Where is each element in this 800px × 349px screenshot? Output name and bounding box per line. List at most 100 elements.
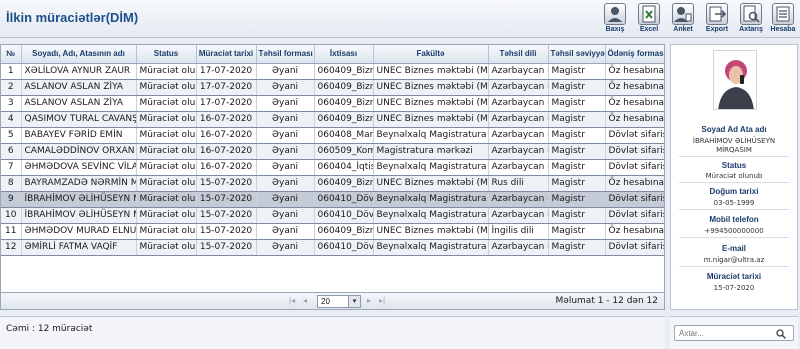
- table-cell: Müraciət olunub: [136, 207, 197, 224]
- page-title: İlkin müraciətlər(DİM): [6, 10, 139, 25]
- table-row[interactable]: 8BAYRAMZADƏ NƏRMİN MAHİRMüraciət olunub1…: [1, 175, 664, 192]
- table-cell: 15-07-2020: [196, 175, 257, 192]
- column-header[interactable]: Soyadı, Adı, Atasının adı: [21, 45, 137, 64]
- table-row[interactable]: 10İBRAHİMOV ƏLİHÜSEYN MİRQASIMMüraciət o…: [1, 207, 664, 224]
- next-page-icon[interactable]: ▸: [367, 296, 371, 305]
- table-cell: 060410_Dövlət: [314, 207, 374, 224]
- table-row[interactable]: 4QASIMOV TURAL CAVANŞİRMüraciət olunub16…: [1, 111, 664, 128]
- column-header[interactable]: Təhsil dili: [488, 45, 549, 64]
- table-cell: UNEC Biznes məktəbi (MBA): [373, 79, 489, 96]
- table-cell: UNEC Biznes məktəbi (MBA): [373, 111, 489, 128]
- table-cell: Magistr: [548, 223, 606, 240]
- phone-label: Mobil telefon: [709, 215, 759, 224]
- detail-panel: Soyad Ad Ata adı İBRAHİMOV ƏLİHÜSEYN MİR…: [670, 44, 798, 310]
- column-header[interactable]: Müraciət tarixi: [196, 45, 257, 64]
- table-row[interactable]: 1XƏLİLOVA AYNUR ZAURMüraciət olunub17-07…: [1, 63, 664, 80]
- table-cell: 15-07-2020: [196, 239, 257, 256]
- table-cell: Müraciət olunub: [136, 79, 197, 96]
- table-cell: 16-07-2020: [196, 127, 257, 144]
- table-row[interactable]: 7ƏHMƏDOVA SEVİNC VİLAYƏTMüraciət olunub1…: [1, 159, 664, 176]
- column-header[interactable]: Status: [136, 45, 197, 64]
- email-label: E-mail: [721, 244, 746, 253]
- table-cell: Əyani: [256, 127, 315, 144]
- status-label: Status: [721, 161, 747, 170]
- table-cell: 1: [1, 63, 22, 80]
- column-header[interactable]: №: [1, 45, 22, 64]
- table-row[interactable]: 3ASLANOV ASLAN ZİYAMüraciət olunub17-07-…: [1, 95, 664, 112]
- status-value: Müraciət olunub: [705, 172, 763, 180]
- grid-header-row: № Soyadı, Adı, Atasının adı Status Müraciət…: [1, 45, 664, 64]
- table-cell: Magistr: [548, 207, 606, 224]
- toolbar-header: İlkin müraciətlər(DİM) Baxış Excel Anket…: [0, 0, 800, 38]
- table-cell: ASLANOV ASLAN ZİYA: [21, 79, 137, 96]
- anket-button[interactable]: Anket: [668, 3, 698, 36]
- prev-page-icon[interactable]: ◂: [303, 296, 307, 305]
- table-cell: 060409_Biznes: [314, 79, 374, 96]
- table-row[interactable]: 11ƏHMƏDOV MURAD ELNURMüraciət olunub15-0…: [1, 223, 664, 240]
- page-size-select[interactable]: 20 ▾: [317, 295, 361, 308]
- table-cell: Beynəlxalq Magistratura və Doktorantura: [373, 207, 489, 224]
- table-row[interactable]: 12ƏMİRLİ FATMA VAQİFMüraciət olunub15-07…: [1, 239, 664, 256]
- table-cell: Dövlət sifarişli: [605, 207, 664, 224]
- table-row[interactable]: 2ASLANOV ASLAN ZİYAMüraciət olunub17-07-…: [1, 79, 664, 96]
- total-count: Cəmi : 12 müraciət: [6, 324, 93, 334]
- table-cell: CAMALƏDDİNOV ORXAN ƏZİZ: [21, 143, 137, 160]
- table-cell: Əyani: [256, 175, 315, 192]
- table-row[interactable]: 9İBRAHİMOV ƏLİHÜSEYN MİRQASIMMüraciət ol…: [1, 191, 664, 208]
- table-cell: Rus dili: [488, 175, 549, 192]
- table-cell: ƏMİRLİ FATMA VAQİF: [21, 239, 137, 256]
- dob-value: 03-05-1999: [713, 199, 755, 207]
- table-cell: 060509_Kompüter: [314, 143, 374, 160]
- table-cell: 17-07-2020: [196, 79, 257, 96]
- search-doc-button[interactable]: Axtarış: [736, 3, 766, 36]
- table-cell: 16-07-2020: [196, 143, 257, 160]
- table-cell: UNEC Biznes məktəbi (MBA): [373, 175, 489, 192]
- column-header[interactable]: Fakültə: [373, 45, 489, 64]
- table-cell: İngilis dili: [488, 223, 549, 240]
- account-button[interactable]: Hesaba: [768, 3, 798, 36]
- table-cell: 3: [1, 95, 22, 112]
- table-cell: Beynəlxalq Magistratura və Doktorantura: [373, 127, 489, 144]
- table-cell: Magistr: [548, 159, 606, 176]
- table-cell: UNEC Biznes məktəbi (MBA): [373, 95, 489, 112]
- excel-button[interactable]: Excel: [634, 3, 664, 36]
- search-area: [670, 316, 798, 349]
- column-header[interactable]: Təhsil forması: [256, 45, 315, 64]
- phone-value: +994500000000: [704, 227, 764, 235]
- table-cell: 2: [1, 79, 22, 96]
- divider: [679, 237, 789, 238]
- table-cell: Öz hesabına: [605, 223, 664, 240]
- table-cell: Magistr: [548, 79, 606, 96]
- table-cell: Müraciət olunub: [136, 175, 197, 192]
- table-row[interactable]: 5BABAYEV FƏRİD EMİNMüraciət olunub16-07-…: [1, 127, 664, 144]
- table-cell: Dövlət sifarişli: [605, 143, 664, 160]
- table-cell: İBRAHİMOV ƏLİHÜSEYN MİRQASIM: [21, 191, 137, 208]
- table-cell: Müraciət olunub: [136, 111, 197, 128]
- search-icon[interactable]: [776, 329, 786, 339]
- table-cell: Müraciət olunub: [136, 223, 197, 240]
- excel-button-label: Excel: [639, 26, 659, 33]
- table-cell: 5: [1, 127, 22, 144]
- table-cell: 15-07-2020: [196, 223, 257, 240]
- export-button[interactable]: Export: [702, 3, 732, 36]
- table-cell: Magistr: [548, 143, 606, 160]
- dob-label: Doğum tarixi: [709, 187, 759, 196]
- applications-grid: № Soyadı, Adı, Atasının adı Status Müraciət…: [0, 44, 665, 293]
- table-cell: 15-07-2020: [196, 207, 257, 224]
- table-row[interactable]: 6CAMALƏDDİNOV ORXAN ƏZİZMüraciət olunub1…: [1, 143, 664, 160]
- table-cell: Magistr: [548, 175, 606, 192]
- table-cell: Öz hesabına: [605, 95, 664, 112]
- view-button[interactable]: Baxış: [600, 3, 630, 36]
- first-page-icon[interactable]: |◂: [289, 296, 295, 305]
- footer: Cəmi : 12 müraciət: [0, 316, 665, 349]
- pager: |◂ ◂ 20 ▾ ▸ ▸| Məlumat 1 - 12 dən 12: [0, 293, 665, 310]
- table-cell: 10: [1, 207, 22, 224]
- column-header[interactable]: İxtisası: [314, 45, 374, 64]
- last-page-icon[interactable]: ▸|: [379, 296, 385, 305]
- column-header[interactable]: Təhsil səviyyəsi: [548, 45, 606, 64]
- apply-date-value: 15-07-2020: [713, 284, 755, 292]
- column-header[interactable]: Ödəniş forması: [605, 45, 664, 64]
- chevron-down-icon: ▾: [348, 296, 360, 307]
- table-cell: 17-07-2020: [196, 95, 257, 112]
- anket-button-label: Anket: [673, 26, 693, 33]
